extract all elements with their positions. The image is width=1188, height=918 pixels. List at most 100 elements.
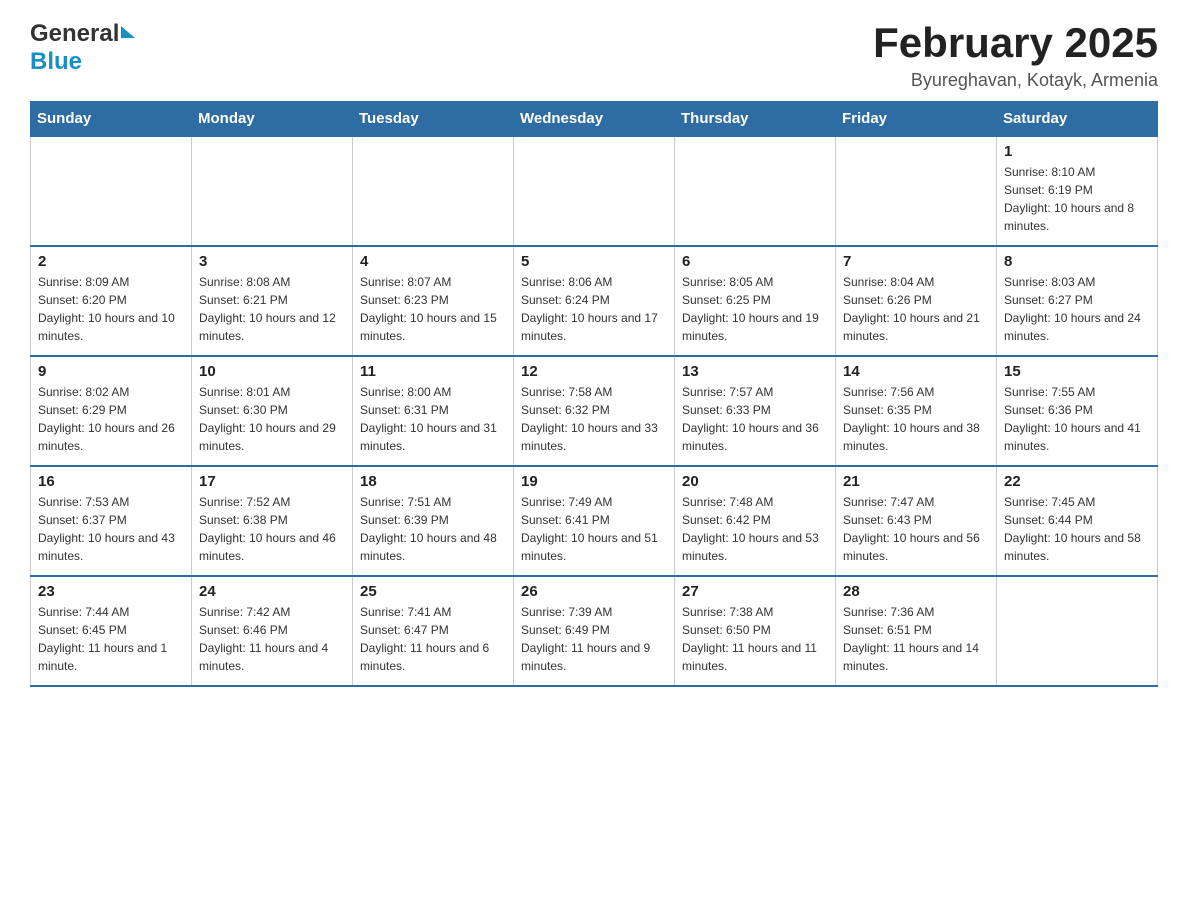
day-info: Sunrise: 7:39 AMSunset: 6:49 PMDaylight:… bbox=[521, 603, 667, 675]
calendar-cell: 10 Sunrise: 8:01 AMSunset: 6:30 PMDayligh… bbox=[192, 356, 353, 466]
day-info: Sunrise: 8:01 AMSunset: 6:30 PMDaylight:… bbox=[199, 383, 345, 455]
calendar-cell: 17 Sunrise: 7:52 AMSunset: 6:38 PMDayligh… bbox=[192, 466, 353, 576]
day-number: 12 bbox=[521, 363, 667, 380]
calendar-cell: 16 Sunrise: 7:53 AMSunset: 6:37 PMDayligh… bbox=[31, 466, 192, 576]
logo-blue-text: Blue bbox=[30, 48, 82, 75]
logo: General Blue bbox=[30, 20, 135, 76]
day-number: 15 bbox=[1004, 363, 1150, 380]
calendar-cell: 19Sunrise: 7:49 AMSunset: 6:41 PMDayligh… bbox=[514, 466, 675, 576]
logo-general-text: General bbox=[30, 20, 119, 48]
day-info: Sunrise: 8:06 AMSunset: 6:24 PMDaylight:… bbox=[521, 273, 667, 345]
day-info: Sunrise: 7:36 AMSunset: 6:51 PMDaylight:… bbox=[843, 603, 989, 675]
day-info: Sunrise: 7:45 AMSunset: 6:44 PMDaylight:… bbox=[1004, 493, 1150, 565]
day-info: Sunrise: 7:58 AMSunset: 6:32 PMDaylight:… bbox=[521, 383, 667, 455]
day-info: Sunrise: 7:42 AMSunset: 6:46 PMDaylight:… bbox=[199, 603, 345, 675]
calendar-cell bbox=[997, 576, 1158, 686]
day-number: 9 bbox=[38, 363, 184, 380]
day-info: Sunrise: 7:41 AMSunset: 6:47 PMDaylight:… bbox=[360, 603, 506, 675]
title-block: February 2025 Byureghavan, Kotayk, Armen… bbox=[873, 20, 1158, 91]
day-number: 21 bbox=[843, 473, 989, 490]
calendar-cell bbox=[353, 136, 514, 246]
day-info: Sunrise: 8:09 AMSunset: 6:20 PMDaylight:… bbox=[38, 273, 184, 345]
calendar-cell: 22 Sunrise: 7:45 AMSunset: 6:44 PMDayligh… bbox=[997, 466, 1158, 576]
calendar-header-thursday: Thursday bbox=[675, 102, 836, 137]
day-info: Sunrise: 7:44 AMSunset: 6:45 PMDaylight:… bbox=[38, 603, 184, 675]
calendar-cell: 21 Sunrise: 7:47 AMSunset: 6:43 PMDayligh… bbox=[836, 466, 997, 576]
calendar-cell: 20 Sunrise: 7:48 AMSunset: 6:42 PMDayligh… bbox=[675, 466, 836, 576]
day-number: 23 bbox=[38, 583, 184, 600]
day-number: 16 bbox=[38, 473, 184, 490]
calendar-cell: 23 Sunrise: 7:44 AMSunset: 6:45 PMDayligh… bbox=[31, 576, 192, 686]
page-subtitle: Byureghavan, Kotayk, Armenia bbox=[873, 70, 1158, 91]
page-header: General Blue February 2025 Byureghavan, … bbox=[30, 20, 1158, 91]
calendar-week-5: 23 Sunrise: 7:44 AMSunset: 6:45 PMDayligh… bbox=[31, 576, 1158, 686]
calendar-header-sunday: Sunday bbox=[31, 102, 192, 137]
calendar-week-4: 16 Sunrise: 7:53 AMSunset: 6:37 PMDayligh… bbox=[31, 466, 1158, 576]
day-info: Sunrise: 8:04 AMSunset: 6:26 PMDaylight:… bbox=[843, 273, 989, 345]
calendar-cell: 27 Sunrise: 7:38 AMSunset: 6:50 PMDayligh… bbox=[675, 576, 836, 686]
day-info: Sunrise: 7:38 AMSunset: 6:50 PMDaylight:… bbox=[682, 603, 828, 675]
day-number: 20 bbox=[682, 473, 828, 490]
day-info: Sunrise: 7:48 AMSunset: 6:42 PMDaylight:… bbox=[682, 493, 828, 565]
calendar-cell: 15Sunrise: 7:55 AMSunset: 6:36 PMDayligh… bbox=[997, 356, 1158, 466]
calendar-cell: 1Sunrise: 8:10 AMSunset: 6:19 PMDaylight… bbox=[997, 136, 1158, 246]
day-info: Sunrise: 8:08 AMSunset: 6:21 PMDaylight:… bbox=[199, 273, 345, 345]
day-number: 11 bbox=[360, 363, 506, 380]
day-number: 8 bbox=[1004, 253, 1150, 270]
calendar-cell bbox=[514, 136, 675, 246]
day-number: 19 bbox=[521, 473, 667, 490]
day-info: Sunrise: 7:51 AMSunset: 6:39 PMDaylight:… bbox=[360, 493, 506, 565]
day-info: Sunrise: 8:07 AMSunset: 6:23 PMDaylight:… bbox=[360, 273, 506, 345]
day-info: Sunrise: 7:53 AMSunset: 6:37 PMDaylight:… bbox=[38, 493, 184, 565]
logo-arrow-icon bbox=[121, 26, 135, 38]
day-info: Sunrise: 7:57 AMSunset: 6:33 PMDaylight:… bbox=[682, 383, 828, 455]
calendar-header-monday: Monday bbox=[192, 102, 353, 137]
calendar-cell: 25 Sunrise: 7:41 AMSunset: 6:47 PMDayligh… bbox=[353, 576, 514, 686]
day-number: 18 bbox=[360, 473, 506, 490]
calendar-header-row: SundayMondayTuesdayWednesdayThursdayFrid… bbox=[31, 102, 1158, 137]
calendar-cell: 2 Sunrise: 8:09 AMSunset: 6:20 PMDaylight… bbox=[31, 246, 192, 356]
calendar-cell bbox=[836, 136, 997, 246]
day-number: 24 bbox=[199, 583, 345, 600]
day-number: 6 bbox=[682, 253, 828, 270]
day-number: 25 bbox=[360, 583, 506, 600]
day-number: 10 bbox=[199, 363, 345, 380]
calendar-cell bbox=[192, 136, 353, 246]
calendar-header-tuesday: Tuesday bbox=[353, 102, 514, 137]
day-number: 17 bbox=[199, 473, 345, 490]
calendar-cell: 3 Sunrise: 8:08 AMSunset: 6:21 PMDaylight… bbox=[192, 246, 353, 356]
page-title: February 2025 bbox=[873, 20, 1158, 66]
day-number: 13 bbox=[682, 363, 828, 380]
day-info: Sunrise: 7:56 AMSunset: 6:35 PMDaylight:… bbox=[843, 383, 989, 455]
day-number: 22 bbox=[1004, 473, 1150, 490]
day-number: 5 bbox=[521, 253, 667, 270]
calendar-cell: 6Sunrise: 8:05 AMSunset: 6:25 PMDaylight… bbox=[675, 246, 836, 356]
calendar-week-1: 1Sunrise: 8:10 AMSunset: 6:19 PMDaylight… bbox=[31, 136, 1158, 246]
calendar-header-saturday: Saturday bbox=[997, 102, 1158, 137]
calendar-cell: 8Sunrise: 8:03 AMSunset: 6:27 PMDaylight… bbox=[997, 246, 1158, 356]
calendar-cell: 4Sunrise: 8:07 AMSunset: 6:23 PMDaylight… bbox=[353, 246, 514, 356]
day-number: 27 bbox=[682, 583, 828, 600]
calendar-cell: 7Sunrise: 8:04 AMSunset: 6:26 PMDaylight… bbox=[836, 246, 997, 356]
calendar-week-3: 9 Sunrise: 8:02 AMSunset: 6:29 PMDaylight… bbox=[31, 356, 1158, 466]
calendar-table: SundayMondayTuesdayWednesdayThursdayFrid… bbox=[30, 101, 1158, 687]
day-number: 2 bbox=[38, 253, 184, 270]
calendar-cell: 28 Sunrise: 7:36 AMSunset: 6:51 PMDayligh… bbox=[836, 576, 997, 686]
day-info: Sunrise: 7:47 AMSunset: 6:43 PMDaylight:… bbox=[843, 493, 989, 565]
calendar-cell bbox=[675, 136, 836, 246]
day-number: 3 bbox=[199, 253, 345, 270]
calendar-cell bbox=[31, 136, 192, 246]
calendar-header-wednesday: Wednesday bbox=[514, 102, 675, 137]
day-info: Sunrise: 8:00 AMSunset: 6:31 PMDaylight:… bbox=[360, 383, 506, 455]
day-number: 1 bbox=[1004, 143, 1150, 160]
calendar-cell: 24 Sunrise: 7:42 AMSunset: 6:46 PMDayligh… bbox=[192, 576, 353, 686]
day-info: Sunrise: 8:02 AMSunset: 6:29 PMDaylight:… bbox=[38, 383, 184, 455]
day-number: 28 bbox=[843, 583, 989, 600]
calendar-cell: 26 Sunrise: 7:39 AMSunset: 6:49 PMDayligh… bbox=[514, 576, 675, 686]
day-number: 26 bbox=[521, 583, 667, 600]
day-info: Sunrise: 7:52 AMSunset: 6:38 PMDaylight:… bbox=[199, 493, 345, 565]
calendar-cell: 14Sunrise: 7:56 AMSunset: 6:35 PMDayligh… bbox=[836, 356, 997, 466]
calendar-cell: 11 Sunrise: 8:00 AMSunset: 6:31 PMDayligh… bbox=[353, 356, 514, 466]
calendar-cell: 13 Sunrise: 7:57 AMSunset: 6:33 PMDayligh… bbox=[675, 356, 836, 466]
calendar-cell: 18 Sunrise: 7:51 AMSunset: 6:39 PMDayligh… bbox=[353, 466, 514, 576]
